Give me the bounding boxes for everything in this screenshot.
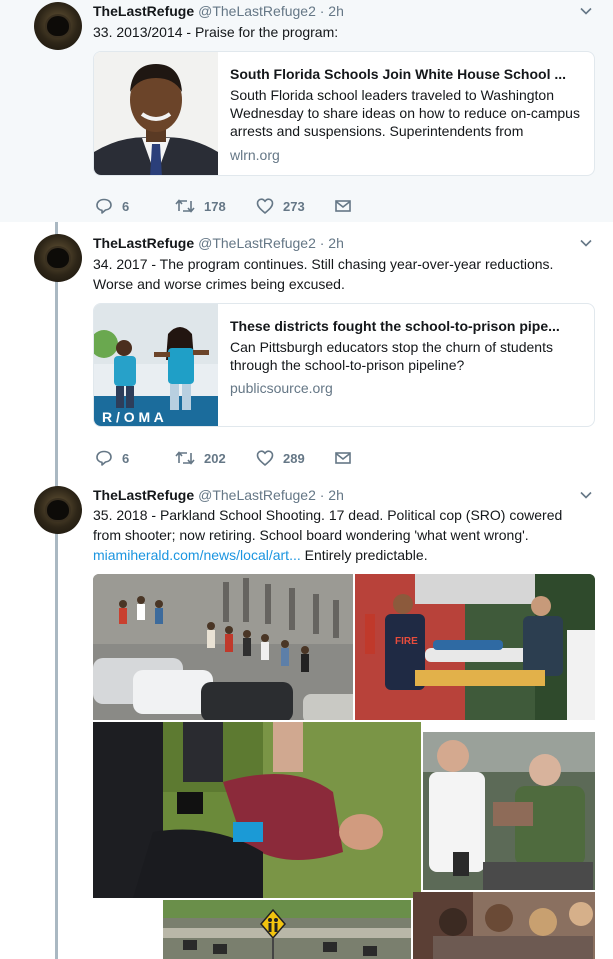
tweet-text-body: 35. 2018 - Parkland School Shooting. 17 … <box>93 507 563 543</box>
tweet-text: 34. 2017 - The program continues. Still … <box>93 256 554 292</box>
photo-aerial[interactable] <box>163 900 411 959</box>
photo-stretcher[interactable]: FIRE <box>355 574 595 720</box>
card-description: Can Pittsburgh educators stop the churn … <box>230 339 553 373</box>
message-button[interactable] <box>334 195 361 217</box>
author-handle[interactable]: @TheLastRefuge2 · 2h <box>198 235 344 251</box>
tweet-text-tail: Entirely predictable. <box>300 547 428 563</box>
photo-officer[interactable] <box>423 732 595 890</box>
chevron-down-icon[interactable] <box>579 4 593 18</box>
card-thumbnail: R / O M A <box>94 304 218 426</box>
retweet-icon <box>175 451 195 465</box>
photo-embrace[interactable] <box>413 892 595 959</box>
card-title: South Florida Schools Join White House S… <box>230 66 567 82</box>
like-button[interactable]: 273 <box>256 195 305 217</box>
thread-line <box>55 472 58 959</box>
author-name[interactable]: TheLastRefuge <box>93 487 194 503</box>
card-thumbnail <box>94 52 218 175</box>
heart-icon <box>256 198 274 214</box>
card-domain: publicsource.org <box>230 380 333 396</box>
reply-count: 6 <box>122 198 130 214</box>
author-name[interactable]: TheLastRefuge <box>93 235 194 251</box>
author-name[interactable]: TheLastRefuge <box>93 3 194 19</box>
tweet-35[interactable]: TheLastRefuge @TheLastRefuge2 · 2h 35. 20… <box>0 472 613 959</box>
reply-button[interactable]: 6 <box>95 447 129 469</box>
retweet-button[interactable]: 178 <box>175 195 226 217</box>
author-handle[interactable]: @TheLastRefuge2 · 2h <box>198 3 344 19</box>
tweet-header: TheLastRefuge @TheLastRefuge2 · 2h <box>93 234 344 252</box>
avatar[interactable] <box>34 2 82 50</box>
author-handle[interactable]: @TheLastRefuge2 · 2h <box>198 487 344 503</box>
card-description: South Florida school leaders traveled to… <box>230 87 580 139</box>
tweet-header: TheLastRefuge @TheLastRefuge2 · 2h <box>93 486 344 504</box>
retweet-count: 202 <box>204 450 226 466</box>
link-card[interactable]: South Florida Schools Join White House S… <box>93 51 595 176</box>
like-button[interactable]: 289 <box>256 447 305 469</box>
heart-icon <box>256 450 274 466</box>
envelope-icon <box>335 200 351 212</box>
reply-button[interactable]: 6 <box>95 195 129 217</box>
avatar[interactable] <box>34 486 82 534</box>
reply-icon <box>96 450 112 466</box>
chevron-down-icon[interactable] <box>579 236 593 250</box>
card-title: These districts fought the school-to-pri… <box>230 318 560 334</box>
tweet-34[interactable]: TheLastRefuge @TheLastRefuge2 · 2h 34. 20… <box>0 222 613 472</box>
card-domain: wlrn.org <box>230 147 280 163</box>
photo-arrest[interactable] <box>93 722 421 898</box>
chevron-down-icon[interactable] <box>579 488 593 502</box>
avatar[interactable] <box>34 234 82 282</box>
envelope-icon <box>335 452 351 464</box>
photo-evacuation[interactable] <box>93 574 353 720</box>
reply-icon <box>96 198 112 214</box>
tweet-header: TheLastRefuge @TheLastRefuge2 · 2h <box>93 2 344 20</box>
like-count: 289 <box>283 450 305 466</box>
svg-text:R / O M A: R / O M A <box>102 409 164 425</box>
tweet-text: 35. 2018 - Parkland School Shooting. 17 … <box>93 505 593 565</box>
media-collage[interactable]: FIRE <box>93 574 595 959</box>
link-card[interactable]: R / O M A These districts fought the sch… <box>93 303 595 427</box>
retweet-count: 178 <box>204 198 226 214</box>
message-button[interactable] <box>334 447 361 469</box>
tweet-text: 33. 2013/2014 - Praise for the program: <box>93 24 339 40</box>
tweet-33[interactable]: TheLastRefuge @TheLastRefuge2 · 2h 33. 20… <box>0 0 613 222</box>
retweet-icon <box>175 199 195 213</box>
like-count: 273 <box>283 198 305 214</box>
retweet-button[interactable]: 202 <box>175 447 226 469</box>
reply-count: 6 <box>122 450 130 466</box>
tweet-link[interactable]: miamiherald.com/news/local/art... <box>93 547 301 563</box>
svg-text:FIRE: FIRE <box>395 636 418 647</box>
